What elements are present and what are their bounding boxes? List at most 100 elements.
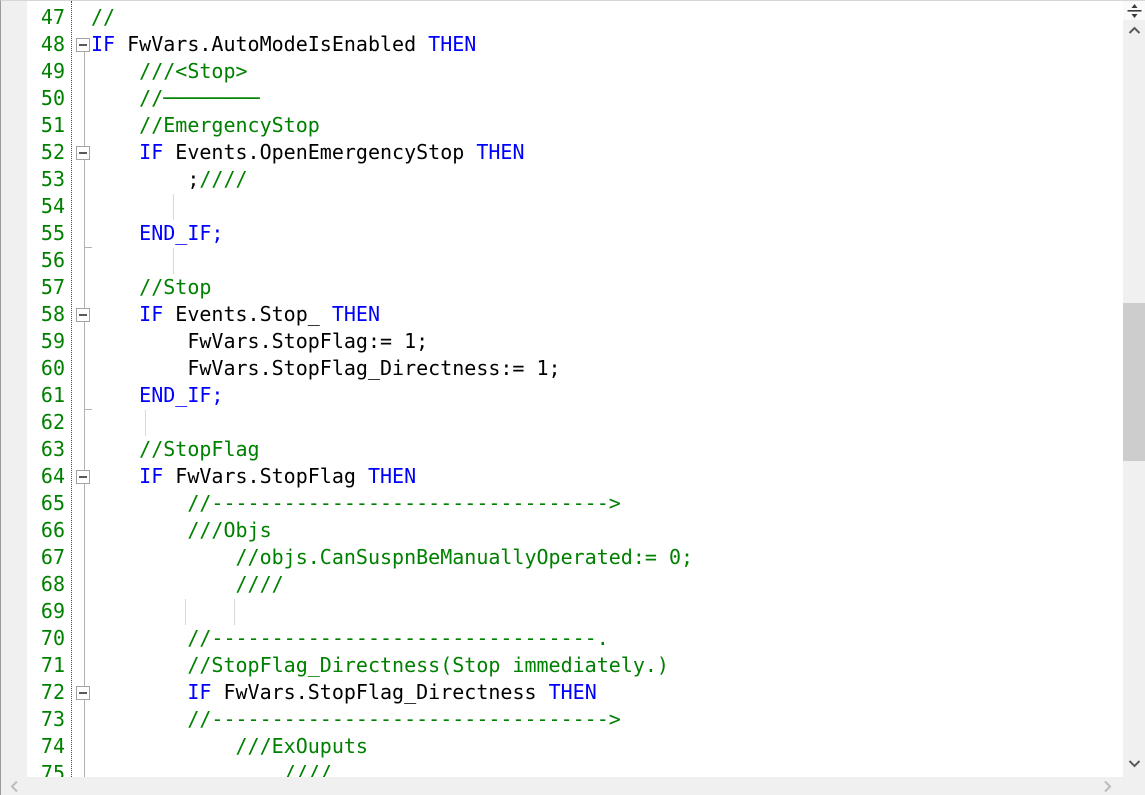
line-number: 72 <box>1 679 65 706</box>
code-line[interactable]: 61 END_IF; <box>1 382 1123 409</box>
line-number: 59 <box>1 328 65 355</box>
code-line[interactable]: 66 ///Objs <box>1 517 1123 544</box>
line-number: 53 <box>1 166 65 193</box>
line-number: 54 <box>1 193 65 220</box>
line-number: 66 <box>1 517 65 544</box>
chevron-right-icon <box>1103 780 1112 793</box>
code-text: ///<Stop> <box>91 58 248 85</box>
code-rows: 47 //48IF FwVars.AutoModeIsEnabled THEN49… <box>1 4 1123 777</box>
line-number: 51 <box>1 112 65 139</box>
code-text: //// <box>91 571 284 598</box>
code-line[interactable]: 56 <box>1 247 1123 274</box>
fold-collapse-icon[interactable] <box>76 146 90 160</box>
code-line[interactable]: 68 //// <box>1 571 1123 598</box>
scroll-down-button[interactable] <box>1123 754 1145 773</box>
indent-guide <box>173 248 174 274</box>
scroll-up-button[interactable] <box>1123 21 1145 40</box>
code-line[interactable]: 69 <box>1 598 1123 625</box>
fold-collapse-icon[interactable] <box>76 686 90 700</box>
line-number: 52 <box>1 139 65 166</box>
line-number: 62 <box>1 409 65 436</box>
fold-collapse-icon[interactable] <box>76 38 90 52</box>
code-text: END_IF; <box>91 382 223 409</box>
code-text: //StopFlag_Directness(Stop immediately.) <box>91 652 669 679</box>
scroll-left-button[interactable] <box>3 777 26 795</box>
code-line[interactable]: 63 //StopFlag <box>1 436 1123 463</box>
line-number: 75 <box>1 760 65 777</box>
code-line[interactable]: 52 IF Events.OpenEmergencyStop THEN <box>1 139 1123 166</box>
vertical-scrollbar[interactable] <box>1123 1 1145 777</box>
horizontal-scrollbar[interactable] <box>1 777 1123 795</box>
code-line[interactable]: 73 //---------------------------------> <box>1 706 1123 733</box>
line-number: 70 <box>1 625 65 652</box>
code-line[interactable]: 47 // <box>1 4 1123 31</box>
indent-guide <box>234 599 235 625</box>
code-line[interactable]: 50 //──────── <box>1 85 1123 112</box>
code-line[interactable]: 62 <box>1 409 1123 436</box>
split-handle-icon <box>1127 4 1142 18</box>
line-number: 69 <box>1 598 65 625</box>
code-text: //---------------------------------> <box>91 490 621 517</box>
chevron-down-icon <box>1128 759 1141 768</box>
line-number: 65 <box>1 490 65 517</box>
fold-collapse-icon[interactable] <box>76 470 90 484</box>
line-number: 67 <box>1 544 65 571</box>
indent-guide <box>185 599 186 625</box>
line-number: 63 <box>1 436 65 463</box>
code-text: ///ExOuputs <box>91 733 368 760</box>
code-line[interactable]: 51 //EmergencyStop <box>1 112 1123 139</box>
scroll-right-button[interactable] <box>1096 777 1119 795</box>
line-number: 56 <box>1 247 65 274</box>
scrollbar-corner <box>1123 777 1145 795</box>
code-text: IF Events.Stop_ THEN <box>91 301 380 328</box>
code-line[interactable]: 67 //objs.CanSuspnBeManuallyOperated:= 0… <box>1 544 1123 571</box>
code-text: //StopFlag <box>91 436 260 463</box>
line-number: 55 <box>1 220 65 247</box>
code-text: ///Objs <box>91 517 272 544</box>
code-line[interactable]: 59 FwVars.StopFlag:= 1; <box>1 328 1123 355</box>
line-number: 61 <box>1 382 65 409</box>
code-line[interactable]: 57 //Stop <box>1 274 1123 301</box>
code-line[interactable]: 72 IF FwVars.StopFlag_Directness THEN <box>1 679 1123 706</box>
line-number: 49 <box>1 58 65 85</box>
line-number: 57 <box>1 274 65 301</box>
fold-collapse-icon[interactable] <box>76 308 90 322</box>
code-line[interactable]: 64 IF FwVars.StopFlag THEN <box>1 463 1123 490</box>
line-number: 68 <box>1 571 65 598</box>
code-line[interactable]: 60 FwVars.StopFlag_Directness:= 1; <box>1 355 1123 382</box>
chevron-up-icon <box>1128 26 1141 35</box>
code-line[interactable]: 65 //---------------------------------> <box>1 490 1123 517</box>
line-number: 58 <box>1 301 65 328</box>
code-line[interactable]: 71 //StopFlag_Directness(Stop immediatel… <box>1 652 1123 679</box>
code-line[interactable]: 49 ///<Stop> <box>1 58 1123 85</box>
code-text: IF FwVars.StopFlag THEN <box>91 463 416 490</box>
line-number: 73 <box>1 706 65 733</box>
code-line[interactable]: 75 //// <box>1 760 1123 777</box>
code-editor-window: 47 //48IF FwVars.AutoModeIsEnabled THEN49… <box>0 0 1145 795</box>
vertical-scrollbar-thumb[interactable] <box>1123 303 1145 461</box>
code-line[interactable]: 54 <box>1 193 1123 220</box>
code-text: //// <box>91 760 332 777</box>
code-line[interactable]: 70 //--------------------------------. <box>1 625 1123 652</box>
code-text: //──────── <box>91 85 260 112</box>
code-text: //--------------------------------. <box>91 625 609 652</box>
code-text: FwVars.StopFlag:= 1; <box>91 328 428 355</box>
code-text: END_IF; <box>91 220 223 247</box>
line-number: 60 <box>1 355 65 382</box>
code-text: IF FwVars.AutoModeIsEnabled THEN <box>91 31 476 58</box>
code-text: //objs.CanSuspnBeManuallyOperated:= 0; <box>91 544 693 571</box>
code-text: // <box>91 4 115 31</box>
split-editor-handle[interactable] <box>1123 1 1145 20</box>
code-line[interactable]: 58 IF Events.Stop_ THEN <box>1 301 1123 328</box>
code-text: //EmergencyStop <box>91 112 320 139</box>
code-text: //Stop <box>91 274 211 301</box>
code-line[interactable]: 53 ;//// <box>1 166 1123 193</box>
code-line[interactable]: 55 END_IF; <box>1 220 1123 247</box>
code-line[interactable]: 48IF FwVars.AutoModeIsEnabled THEN <box>1 31 1123 58</box>
line-number: 47 <box>1 4 65 31</box>
line-number: 50 <box>1 85 65 112</box>
line-number: 74 <box>1 733 65 760</box>
code-line[interactable]: 74 ///ExOuputs <box>1 733 1123 760</box>
code-editor[interactable]: 47 //48IF FwVars.AutoModeIsEnabled THEN49… <box>1 1 1123 777</box>
code-text: IF Events.OpenEmergencyStop THEN <box>91 139 525 166</box>
